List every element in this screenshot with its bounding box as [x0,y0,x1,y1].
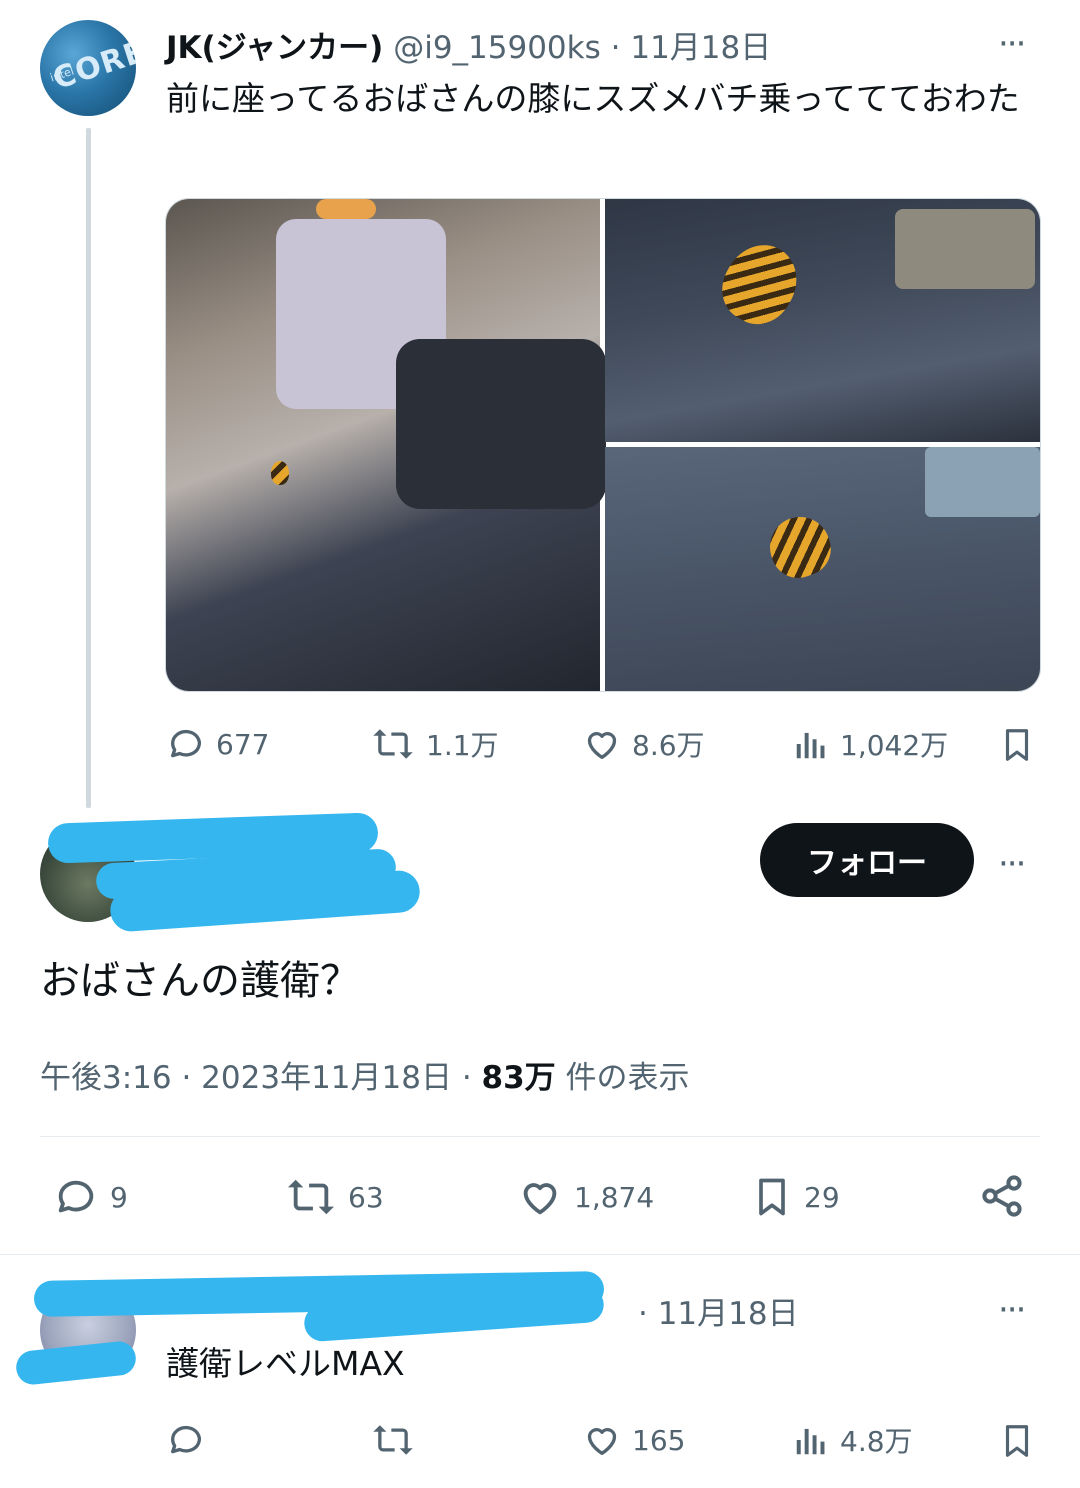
like-count: 8.6万 [632,729,705,762]
bookmark-icon [1005,1425,1029,1457]
heart-icon [587,1428,617,1455]
reply-count: 677 [216,727,270,761]
share-button[interactable] [978,1172,1026,1220]
reply-icon [58,1180,94,1213]
tweet-header: JK(ジャンカー) @i9_15900ks · 11月18日 [166,22,771,67]
retweet-icon [373,1425,413,1455]
view-count: 1,042万 [840,729,949,762]
reply-count: 9 [110,1180,128,1214]
more-options-icon[interactable]: ··· [998,24,1026,64]
retweet-icon [373,729,413,759]
more-options-icon[interactable]: ··· [998,1290,1026,1330]
views-suffix: 件の表示 [555,1060,690,1096]
retweet-button[interactable]: 1.1万 [370,724,499,764]
reply-button[interactable] [166,1420,206,1460]
like-button[interactable]: 165 [582,1420,685,1460]
separator: · [610,30,621,66]
like-button[interactable]: 8.6万 [582,724,705,764]
tweet-text: 護衛レベルMAX [166,1344,405,1383]
like-count: 165 [632,1423,686,1457]
tweet-text: 前に座ってるおばさんの膝にスズメバチ乗っててておわた [166,79,1020,118]
handle[interactable]: @i9_15900ks [393,30,601,66]
photo-hornet-closeup-1[interactable] [605,199,1040,442]
bookmark-button[interactable] [998,1420,1036,1462]
reply-icon [171,1425,201,1454]
tweet-date[interactable]: 11月18日 [630,30,771,66]
views-icon [796,732,825,759]
view-count: 4.8万 [840,1425,913,1458]
divider [0,1254,1080,1255]
view-count[interactable]: 83万 [482,1060,556,1096]
reply-button[interactable]: 9 [52,1174,128,1220]
avatar-text: CORE [48,34,136,97]
views-icon [796,1428,825,1455]
photo-hornet-closeup-2[interactable] [605,447,1040,691]
reply-icon [171,729,201,758]
reply-button[interactable]: 677 [166,724,269,764]
tweet-text: おばさんの護衛？ [40,958,360,1004]
photo-woman-on-train[interactable] [166,199,606,691]
retweet-button[interactable] [370,1420,416,1460]
divider [40,1136,1040,1137]
thread-line [86,128,91,808]
like-button[interactable]: 1,874 [516,1174,654,1220]
display-name[interactable]: JK(ジャンカー) [166,30,383,66]
tweet-date[interactable]: · 11月18日 [638,1288,799,1333]
views-button[interactable]: 4.8万 [792,1420,913,1460]
bookmark-icon [1005,729,1029,761]
like-count: 1,874 [574,1180,655,1214]
avatar[interactable]: intel CORE [40,20,136,116]
redaction-mark [14,1339,138,1387]
bookmark-button[interactable] [998,724,1036,766]
follow-button[interactable]: フォロー [760,823,974,897]
bookmark-icon [759,1178,785,1216]
views-button[interactable]: 1,042万 [792,724,948,764]
retweet-button[interactable]: 63 [284,1174,384,1220]
bookmark-button[interactable]: 29 [750,1172,840,1222]
bookmark-count: 29 [804,1180,840,1214]
tweet-meta: 午後3:16 · 2023年11月18日 · 83万 件の表示 [40,1052,690,1097]
heart-icon [587,732,617,759]
retweet-icon [288,1179,334,1215]
retweet-count: 63 [348,1180,384,1214]
share-icon [982,1175,1022,1217]
media-grid[interactable] [165,198,1041,692]
retweet-count: 1.1万 [426,729,499,762]
more-options-icon[interactable]: ··· [998,844,1026,884]
heart-icon [523,1183,557,1215]
timestamp[interactable]: 午後3:16 · 2023年11月18日 · [40,1060,482,1096]
